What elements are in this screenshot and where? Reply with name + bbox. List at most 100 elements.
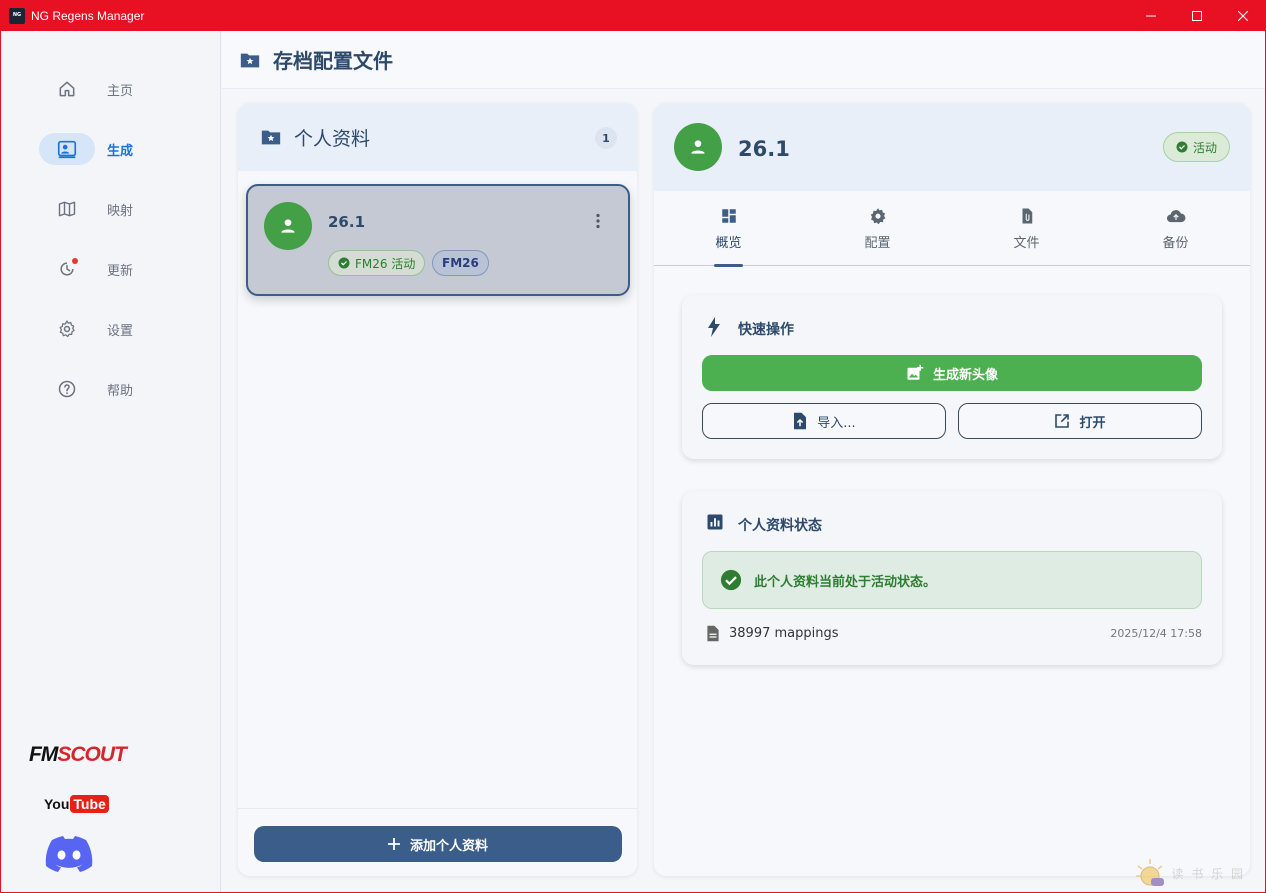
avatar: [264, 202, 312, 250]
active-chip: FM26 活动: [328, 250, 426, 276]
sidebar-item-generate[interactable]: 生成: [39, 133, 199, 165]
folder-star-icon: [261, 130, 281, 145]
sidebar-item-label: 帮助: [107, 383, 134, 399]
tab-label: 备份: [1162, 236, 1189, 251]
close-button[interactable]: [1220, 0, 1266, 31]
active-chip-label: FM26 活动: [355, 256, 416, 271]
app-logo: NG: [9, 7, 25, 24]
main-area: 存档配置文件 个人资料 1 26.1 FM26 活动 FM26 添加个人资料 2…: [222, 31, 1265, 892]
generate-avatar-label: 生成新头像: [932, 367, 998, 383]
profile-list-footer: 添加个人资料: [238, 808, 637, 876]
help-icon: [58, 380, 76, 398]
account-box-icon: [57, 140, 77, 159]
profile-detail-header: 26.1 活动: [654, 103, 1250, 191]
home-icon: [59, 81, 75, 97]
sidebar-item-label: 设置: [107, 323, 134, 339]
import-button[interactable]: 导入...: [702, 403, 946, 439]
profile-list-panel: 个人资料 1 26.1 FM26 活动 FM26 添加个人资料: [238, 103, 637, 876]
profile-name: 26.1: [328, 213, 366, 231]
profile-status-title: 个人资料状态: [738, 518, 822, 534]
open-external-icon: [1055, 414, 1070, 428]
avatar: [674, 123, 722, 171]
gear-icon: [870, 208, 885, 225]
profile-count-badge: 1: [595, 127, 617, 149]
sidebar-item-help[interactable]: 帮助: [39, 373, 199, 405]
title-bar: NG NG Regens Manager: [0, 0, 1266, 31]
profile-detail-panel: 26.1 活动 概览 配置 文件 备份 快速操作 生成新头像 导入... 打开 …: [654, 103, 1250, 876]
open-button[interactable]: 打开: [958, 403, 1202, 439]
mapping-count: 38997 mappings: [729, 626, 839, 641]
add-profile-label: 添加个人资料: [409, 838, 488, 854]
more-vertical-icon: [596, 213, 600, 229]
tab-config[interactable]: 配置: [803, 191, 952, 266]
sidebar-item-home[interactable]: 主页: [39, 73, 199, 105]
discord-icon: [45, 836, 93, 872]
tab-label: 概览: [715, 236, 742, 251]
cloud-upload-icon: [1166, 210, 1185, 223]
bolt-icon: [708, 317, 720, 337]
file-upload-icon: [794, 412, 807, 430]
status-message-box: 此个人资料当前处于活动状态。: [702, 551, 1202, 609]
mapping-timestamp: 2025/12/4 17:58: [1110, 627, 1202, 640]
youtube-logo-you: You: [44, 796, 70, 812]
page-title: 存档配置文件: [273, 49, 393, 73]
notification-dot: [72, 258, 78, 264]
app-window: 主页 生成 映射 更新 设置 帮助 FMSCOUT You Tube 存档配置文…: [1, 31, 1265, 892]
add-profile-button[interactable]: 添加个人资料: [254, 826, 622, 862]
fmscout-logo-scout: SCOUT: [57, 743, 126, 766]
sidebar-item-label: 映射: [107, 203, 134, 219]
person-icon: [691, 140, 705, 154]
sidebar-item-label: 生成: [107, 143, 134, 159]
nav-icon-wrap: [39, 73, 95, 105]
profile-list-title: 个人资料: [294, 127, 371, 150]
check-circle-icon: [720, 569, 742, 591]
sidebar: 主页 生成 映射 更新 设置 帮助 FMSCOUT You Tube: [1, 31, 221, 892]
close-icon: [1238, 10, 1248, 21]
youtube-logo[interactable]: You Tube: [44, 795, 109, 813]
sidebar-item-label: 主页: [107, 83, 134, 99]
gear-icon: [59, 320, 75, 338]
page-header: 存档配置文件: [222, 31, 1265, 89]
tab-label: 文件: [1013, 236, 1040, 251]
sidebar-item-settings[interactable]: 设置: [39, 313, 199, 345]
nav-icon-wrap: [39, 373, 95, 405]
watermark-text: 读 书 乐 园: [1171, 866, 1245, 881]
mapping-info-row: 38997 mappings 2025/12/4 17:58: [706, 625, 1202, 642]
maximize-button[interactable]: [1174, 0, 1220, 31]
nav-icon-wrap: [39, 133, 95, 165]
minimize-button[interactable]: [1128, 0, 1174, 31]
tab-backup[interactable]: 备份: [1101, 191, 1250, 266]
add-photo-icon: [907, 364, 924, 380]
sidebar-item-mapping[interactable]: 映射: [39, 193, 199, 225]
quick-actions-card: 快速操作 生成新头像 导入... 打开: [682, 295, 1222, 459]
window-controls: [1128, 0, 1266, 31]
maximize-icon: [1192, 10, 1202, 21]
status-message: 此个人资料当前处于活动状态。: [754, 574, 937, 590]
quick-actions-title: 快速操作: [738, 322, 794, 338]
dashboard-icon: [721, 209, 736, 223]
fmscout-logo[interactable]: FMSCOUT: [29, 743, 127, 767]
check-circle-icon: [338, 257, 350, 269]
version-chip: FM26: [432, 250, 489, 276]
nav-icon-wrap: [39, 313, 95, 345]
sun-mascot-icon: [1135, 859, 1164, 886]
more-menu-button[interactable]: [596, 213, 600, 233]
status-badge-label: 活动: [1192, 140, 1217, 155]
sidebar-item-update[interactable]: 更新: [39, 253, 199, 285]
watermark: 读 书 乐 园: [1134, 858, 1245, 888]
profile-list-header: 个人资料 1: [238, 103, 637, 171]
document-icon: [707, 625, 719, 642]
nav-icon-wrap: [39, 253, 95, 285]
generate-avatar-button[interactable]: 生成新头像: [702, 355, 1202, 391]
discord-logo[interactable]: [43, 834, 95, 878]
detail-tabs: 概览 配置 文件 备份: [654, 191, 1250, 267]
nav-icon-wrap: [39, 193, 95, 225]
profile-card[interactable]: 26.1 FM26 活动 FM26: [246, 184, 630, 296]
youtube-logo-tube: Tube: [70, 795, 109, 813]
tab-overview[interactable]: 概览: [654, 191, 803, 267]
open-label: 打开: [1079, 415, 1106, 431]
tab-files[interactable]: 文件: [952, 191, 1101, 266]
sidebar-item-label: 更新: [107, 263, 134, 279]
person-icon: [281, 219, 295, 233]
import-label: 导入...: [817, 415, 856, 431]
